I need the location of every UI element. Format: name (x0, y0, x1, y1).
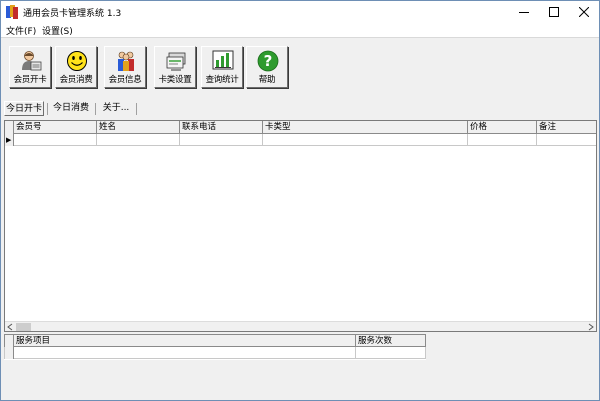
column-header-price[interactable]: 价格 (468, 121, 537, 134)
cell-price[interactable] (468, 134, 537, 146)
member-card-icon (22, 51, 42, 71)
tab-separator (95, 103, 96, 115)
card-settings-icon (166, 52, 186, 71)
tab-about[interactable]: 关于... (99, 101, 133, 116)
horizontal-scrollbar[interactable] (5, 321, 596, 331)
row-indicator: ▶ (5, 134, 14, 146)
query-stats-label: 查询统计 (205, 75, 239, 85)
column-header-remark[interactable]: 备注 (537, 121, 596, 134)
window-title: 通用会员卡管理系统 1.3 (23, 9, 122, 19)
smiley-icon (67, 51, 87, 71)
tab-separator (47, 103, 48, 115)
menu-file[interactable]: 文件(F) (6, 24, 36, 37)
tab-separator (136, 103, 137, 115)
consume-button[interactable]: 会员消费 (55, 46, 97, 88)
card-settings-button[interactable]: 卡类设置 (154, 46, 196, 88)
service-grid-header: 服务项目 服务次数 (4, 334, 426, 348)
grid-header: 会员号 姓名 联系电话 卡类型 价格 备注 (5, 121, 596, 134)
maximize-button[interactable] (539, 1, 568, 23)
consume-label: 会员消费 (59, 75, 93, 85)
cell-remark[interactable] (537, 134, 596, 146)
column-header-member-no[interactable]: 会员号 (14, 121, 97, 134)
help-label: 帮助 (258, 75, 276, 85)
minimize-icon (518, 12, 529, 13)
tab-strip: 今日开卡 今日消费 关于... (1, 101, 599, 117)
card-settings-label: 卡类设置 (158, 75, 192, 85)
scrollbar-thumb[interactable] (16, 323, 31, 331)
tab-today-open-card[interactable]: 今日开卡 (4, 101, 44, 116)
scroll-left-icon[interactable] (7, 323, 13, 331)
menu-settings[interactable]: 设置(S) (42, 24, 73, 37)
close-button[interactable] (569, 1, 598, 23)
close-icon (578, 7, 589, 17)
open-card-label: 会员开卡 (13, 75, 47, 85)
people-icon (118, 51, 134, 71)
member-card-grid[interactable]: 会员号 姓名 联系电话 卡类型 价格 备注 ▶ (4, 120, 597, 332)
member-info-button[interactable]: 会员信息 (104, 46, 146, 88)
cell-phone[interactable] (180, 134, 263, 146)
column-header-name[interactable]: 姓名 (97, 121, 180, 134)
cell-service-item[interactable] (14, 347, 356, 359)
menu-bar: 文件(F) 设置(S) (1, 23, 599, 37)
cell-service-count[interactable] (356, 347, 425, 359)
row-indicator (5, 347, 14, 359)
help-icon: ? (257, 50, 279, 72)
tab-today-consume[interactable]: 今日消费 (51, 101, 91, 116)
cell-name[interactable] (97, 134, 180, 146)
toolbar: 会员开卡 会员消费 会员信息 卡类设置 查询统计 ? 帮助 (1, 37, 599, 95)
cell-member-no[interactable] (14, 134, 97, 146)
svg-text:?: ? (264, 52, 273, 70)
minimize-button[interactable] (509, 1, 538, 23)
main-window: 通用会员卡管理系统 1.3 文件(F) 设置(S) 会员开卡 会员消费 会员信息… (0, 0, 600, 401)
grid-indicator-header (5, 121, 14, 134)
title-bar[interactable]: 通用会员卡管理系统 1.3 (1, 1, 599, 23)
cell-card-type[interactable] (263, 134, 468, 146)
column-header-phone[interactable]: 联系电话 (180, 121, 263, 134)
app-icon (6, 5, 18, 19)
scroll-right-icon[interactable] (588, 323, 594, 331)
table-row[interactable] (4, 347, 426, 359)
help-button[interactable]: ? 帮助 (246, 46, 288, 88)
query-stats-button[interactable]: 查询统计 (201, 46, 243, 88)
current-row-marker: ▶ (6, 136, 12, 144)
maximize-icon (548, 7, 559, 17)
bar-chart-icon (212, 50, 234, 70)
table-row[interactable]: ▶ (5, 134, 596, 146)
open-card-button[interactable]: 会员开卡 (9, 46, 51, 88)
column-header-card-type[interactable]: 卡类型 (263, 121, 468, 134)
member-info-label: 会员信息 (108, 75, 142, 85)
service-grid[interactable]: 服务项目 服务次数 (4, 334, 426, 360)
